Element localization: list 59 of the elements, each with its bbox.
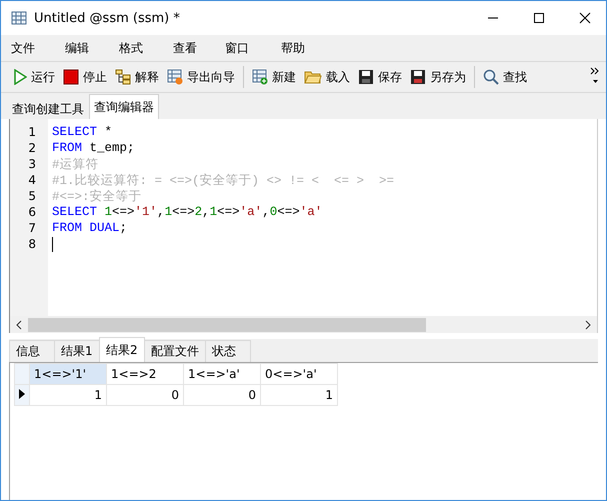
stop-icon	[63, 69, 79, 85]
table-cell: 0	[184, 384, 260, 406]
floppy-icon	[410, 69, 426, 85]
maximize-icon[interactable]	[533, 12, 545, 24]
line-number: 6	[27, 205, 37, 219]
menu-item[interactable]: 查看	[173, 40, 197, 56]
code-line: FROM DUAL;	[52, 221, 128, 235]
toolbar-button[interactable]: 解释	[111, 66, 163, 88]
tab[interactable]: 状态	[205, 340, 251, 362]
floppy-icon	[358, 69, 374, 85]
scroll-right-icon[interactable]	[584, 320, 592, 330]
scroll-left-icon[interactable]	[15, 320, 23, 330]
app-icon	[11, 10, 27, 26]
table-cell: 0	[106, 384, 184, 406]
line-number: 4	[27, 173, 37, 187]
code-line: SELECT *	[52, 125, 112, 139]
code-line: #1.比较运算符: = <=>(安全等于) <> != < <= > >=	[52, 172, 394, 188]
column-header[interactable]: 1<=>'1'	[30, 364, 106, 384]
code-line: SELECT 1<=>'1',1<=>2,1<=>'a',0<=>'a'	[52, 205, 322, 219]
table-add-icon	[252, 69, 268, 85]
menu-item[interactable]: 帮助	[281, 40, 305, 56]
horizontal-scrollbar[interactable]	[10, 316, 597, 333]
line-number: 3	[27, 157, 37, 171]
toolbar-button[interactable]: 载入	[300, 66, 354, 88]
column-header[interactable]: 1<=>2	[106, 364, 184, 384]
table-cell: 1	[30, 384, 106, 406]
tab[interactable]: 查询编辑器	[89, 94, 159, 119]
window-title: Untitled @ssm (ssm) *	[34, 10, 180, 26]
menu-item[interactable]: 文件	[11, 40, 35, 56]
table-export-icon	[167, 69, 183, 85]
menu-item[interactable]: 格式	[119, 40, 143, 56]
search-icon	[483, 69, 499, 85]
toolbar-button[interactable]: 保存	[354, 66, 406, 88]
tab[interactable]: 结果2	[99, 337, 145, 362]
menu-item[interactable]: 编辑	[65, 40, 89, 56]
line-number: 2	[27, 141, 37, 155]
table-cell: 1	[260, 384, 338, 406]
column-header[interactable]: 0<=>'a'	[260, 364, 338, 384]
tab[interactable]: 信息	[9, 340, 55, 362]
toolbar-button[interactable]: 新建	[248, 66, 300, 88]
line-number: 8	[27, 237, 37, 251]
tree-icon	[115, 69, 131, 85]
menu-item[interactable]: 窗口	[225, 40, 249, 56]
play-icon	[13, 69, 27, 85]
code-line: #运算符	[52, 156, 99, 172]
line-number: 5	[27, 189, 37, 203]
line-number: 1	[27, 125, 37, 139]
toolbar-button[interactable]: 停止	[59, 66, 111, 88]
toolbar-button[interactable]: 导出向导	[163, 66, 239, 88]
toolbar-button[interactable]: 另存为	[406, 66, 470, 88]
line-number: 7	[27, 221, 37, 235]
toolbar-button[interactable]: 运行	[9, 66, 59, 88]
folder-icon	[304, 69, 322, 85]
scrollbar-thumb[interactable]	[28, 318, 426, 332]
column-header[interactable]: 1<=>'a'	[184, 364, 260, 384]
code-line: FROM t_emp;	[52, 141, 135, 155]
code-line: #<=>:安全等于	[52, 188, 142, 204]
close-icon[interactable]	[579, 12, 591, 24]
toolbar-button[interactable]: 查找	[479, 66, 531, 88]
